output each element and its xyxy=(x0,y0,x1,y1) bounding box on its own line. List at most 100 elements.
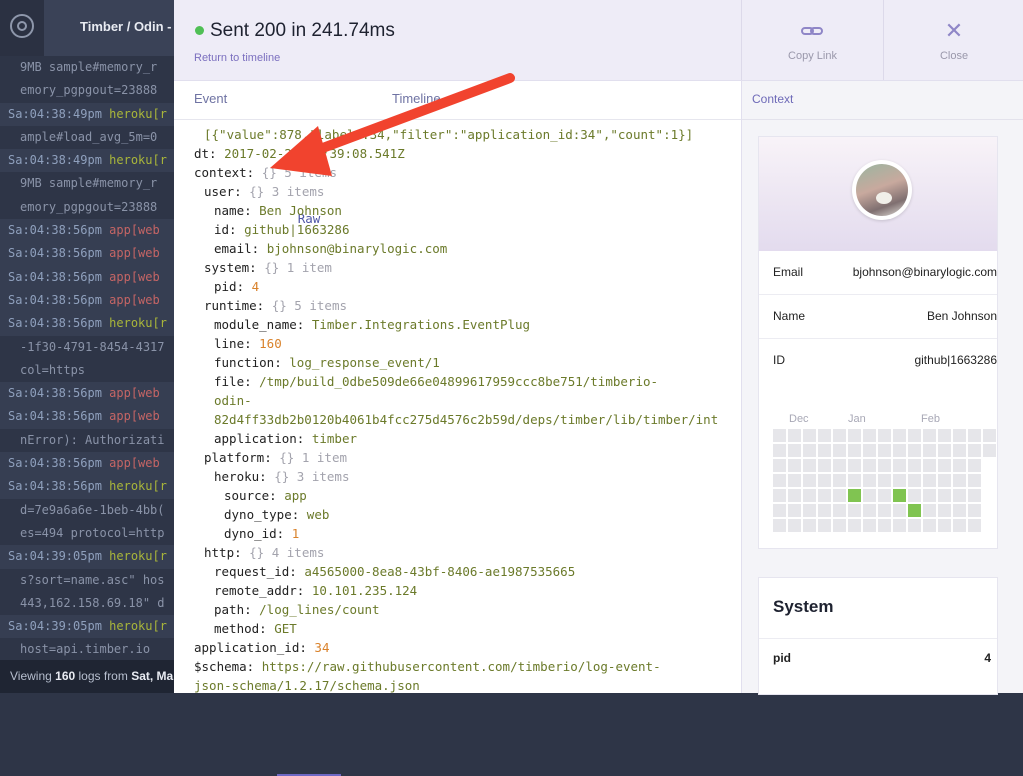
activity-cell xyxy=(953,519,966,532)
activity-cell xyxy=(953,489,966,502)
activity-cell xyxy=(878,444,891,457)
log-line[interactable]: Sa:04:38:56pm app[web xyxy=(0,382,180,406)
close-button[interactable]: ✕ Close xyxy=(883,0,1023,80)
log-line[interactable]: Sa:04:38:56pm heroku[r xyxy=(0,475,180,499)
log-line[interactable]: emory_pgpgout=23888 xyxy=(0,79,180,102)
log-line[interactable]: host=api.timber.io xyxy=(0,638,180,661)
log-line[interactable]: Sa:04:38:56pm app[web xyxy=(0,219,180,243)
activity-cell xyxy=(833,429,846,442)
activity-cell xyxy=(923,429,936,442)
json-line: module_name: Timber.Integrations.EventPl… xyxy=(214,317,531,332)
activity-cell xyxy=(968,519,981,532)
activity-cell xyxy=(788,519,801,532)
activity-cell xyxy=(983,444,996,457)
activity-cell xyxy=(833,519,846,532)
json-line: email: bjohnson@binarylogic.com xyxy=(214,241,448,256)
activity-heatmap: Dec Jan Feb xyxy=(773,413,996,532)
row-label: Name xyxy=(773,309,806,323)
activity-cell xyxy=(803,459,816,472)
activity-cell xyxy=(773,474,786,487)
activity-cell xyxy=(893,429,906,442)
log-line[interactable]: -1f30-4791-8454-4317 xyxy=(0,336,180,359)
tab-timeline[interactable]: Timeline xyxy=(392,81,441,118)
row-value: github|1663286 xyxy=(914,353,997,367)
activity-cell xyxy=(848,519,861,532)
activity-cell xyxy=(863,474,876,487)
json-line: [{"value":878,"label":34,"filter":"appli… xyxy=(204,127,694,142)
activity-cell xyxy=(968,504,981,517)
activity-cell xyxy=(833,459,846,472)
json-line: path: /log_lines/count xyxy=(214,602,380,617)
event-tabs: Event Raw Timeline xyxy=(174,81,741,776)
row-label: pid xyxy=(773,651,791,665)
activity-cell xyxy=(953,444,966,457)
row-label: ID xyxy=(773,353,785,367)
log-line[interactable]: 9MB sample#memory_r xyxy=(0,56,180,79)
tab-context[interactable]: Context xyxy=(752,92,793,106)
log-line[interactable]: Sa:04:38:49pm heroku[r xyxy=(0,149,180,173)
log-line[interactable]: ample#load_avg_5m=0 xyxy=(0,126,180,149)
log-line[interactable]: nError): Authorizati xyxy=(0,429,180,452)
activity-cell xyxy=(878,474,891,487)
log-line[interactable]: Sa:04:39:05pm heroku[r xyxy=(0,545,180,569)
activity-cell xyxy=(968,459,981,472)
log-line[interactable]: Sa:04:39:05pm heroku[r xyxy=(0,615,180,639)
user-id-row: ID github|1663286 xyxy=(759,339,997,382)
activity-cell xyxy=(893,459,906,472)
return-to-timeline-link[interactable]: Return to timeline xyxy=(194,52,280,64)
log-line[interactable]: Sa:04:38:56pm app[web xyxy=(0,452,180,476)
json-line: dt: 2017-02-21T21:39:08.541Z xyxy=(194,146,405,161)
month-label: Dec xyxy=(789,413,809,425)
activity-cell xyxy=(818,459,831,472)
log-line[interactable]: 443,162.158.69.18" d xyxy=(0,592,180,615)
log-line[interactable]: 9MB sample#memory_r xyxy=(0,172,180,195)
activity-cell xyxy=(893,444,906,457)
activity-cell xyxy=(938,489,951,502)
activity-cell xyxy=(773,429,786,442)
log-line[interactable]: Sa:04:38:56pm heroku[r xyxy=(0,312,180,336)
log-line[interactable]: Sa:04:38:56pm app[web xyxy=(0,242,180,266)
activity-cell xyxy=(953,429,966,442)
activity-cell xyxy=(953,459,966,472)
activity-cell xyxy=(803,474,816,487)
activity-cell xyxy=(938,519,951,532)
activity-cell xyxy=(818,474,831,487)
activity-cell xyxy=(938,429,951,442)
log-line[interactable]: es=494 protocol=http xyxy=(0,522,180,545)
tab-event[interactable]: Event xyxy=(194,81,227,118)
log-line[interactable]: d=7e9a6a6e-1beb-4bb( xyxy=(0,499,180,522)
activity-cell xyxy=(983,489,996,502)
activity-cell xyxy=(833,489,846,502)
raw-json-view: [{"value":878,"label":34,"filter":"appli… xyxy=(174,120,741,693)
json-line: request_id: a4565000-8ea8-43bf-8406-ae19… xyxy=(214,564,576,579)
system-pid-row: pid 4 xyxy=(759,638,997,679)
log-line[interactable]: emory_pgpgout=23888 xyxy=(0,196,180,219)
activity-cell xyxy=(773,459,786,472)
json-line: http: {} 4 items xyxy=(204,545,325,560)
activity-cell xyxy=(923,444,936,457)
log-line[interactable]: Sa:04:38:56pm app[web xyxy=(0,265,180,289)
activity-cell xyxy=(803,504,816,517)
log-line[interactable]: Sa:04:38:56pm app[web xyxy=(0,405,180,429)
log-line[interactable]: Sa:04:38:49pm heroku[r xyxy=(0,102,180,126)
log-line[interactable]: s?sort=name.asc" hos xyxy=(0,569,180,592)
activity-cell xyxy=(773,444,786,457)
log-line[interactable]: Sa:04:38:56pm app[web xyxy=(0,288,180,313)
timber-logo-icon[interactable] xyxy=(0,0,44,56)
month-label: Feb xyxy=(921,413,940,425)
copy-link-button[interactable]: Copy Link xyxy=(741,0,883,80)
row-value: bjohnson@binarylogic.com xyxy=(852,265,997,279)
activity-cell xyxy=(908,519,921,532)
activity-cell xyxy=(803,429,816,442)
json-line: source: app xyxy=(224,488,307,503)
activity-cell xyxy=(983,474,996,487)
json-line: heroku: {} 3 items xyxy=(214,469,350,484)
activity-cell xyxy=(848,429,861,442)
month-label: Jan xyxy=(848,413,866,425)
user-name-row: Name Ben Johnson xyxy=(759,295,997,339)
activity-cell xyxy=(788,489,801,502)
log-line[interactable]: col=https xyxy=(0,359,180,382)
activity-cell xyxy=(848,459,861,472)
json-line: json-schema/1.2.17/schema.json xyxy=(194,678,420,693)
activity-cell xyxy=(863,504,876,517)
